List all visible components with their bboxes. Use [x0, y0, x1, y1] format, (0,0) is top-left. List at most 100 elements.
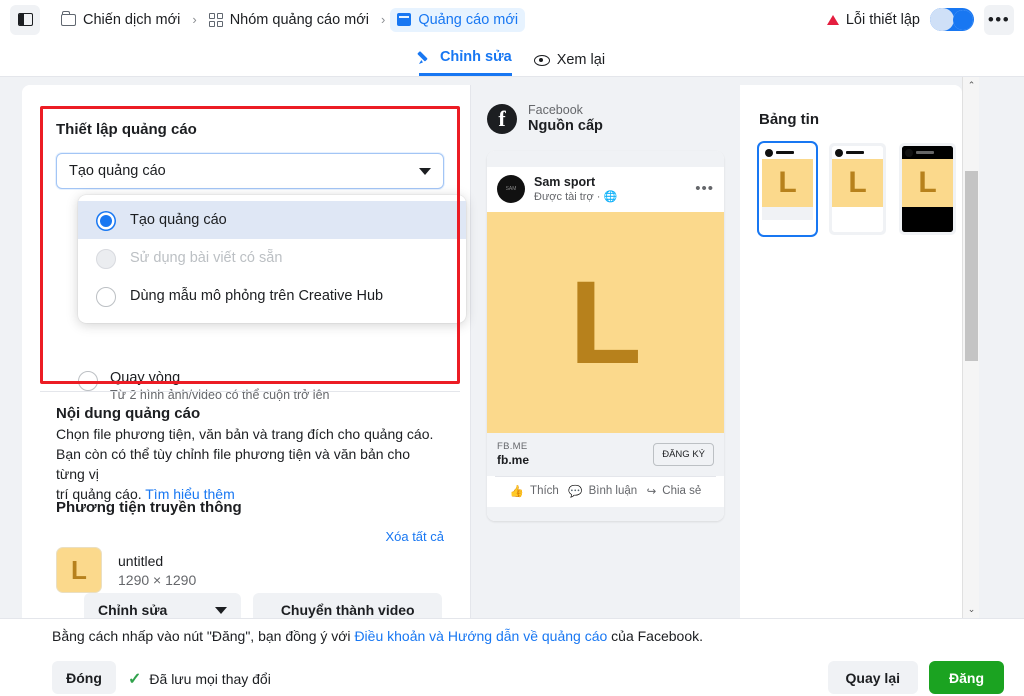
placement-thumb-letter-2: L: [848, 166, 867, 199]
post-cta-button[interactable]: ĐĂNG KÝ: [653, 442, 714, 466]
comment-icon: 💬: [568, 486, 583, 498]
ad-setup-panel: Thiết lập quảng cáo Tạo quảng cáo Quay v…: [22, 85, 470, 618]
media-section-title: Phương tiện truyền thông: [56, 499, 242, 516]
post-card-bottom-spacer: [487, 507, 724, 521]
media-edit-label: Chỉnh sửa: [98, 602, 168, 618]
back-button-label: Quay lại: [845, 669, 900, 686]
preview-platform-label: Facebook: [528, 103, 583, 117]
media-actions: Chỉnh sửa Chuyển thành video: [84, 593, 442, 618]
radio-selected-icon: [96, 210, 116, 231]
placement-thumb-feed-light-selected[interactable]: L: [759, 143, 816, 235]
vertical-scrollbar[interactable]: ⌃ ⌄: [962, 77, 979, 618]
post-creative-letter: L: [569, 256, 642, 389]
ad-preview-panel: f Facebook Nguồn cấp SAM Sam sport Được …: [470, 85, 740, 618]
breadcrumb-label-campaign: Chiến dịch mới: [83, 11, 181, 28]
back-button[interactable]: Quay lại: [827, 661, 918, 694]
media-file-dimensions: 1290 × 1290: [118, 571, 197, 588]
ad-status-toggle[interactable]: [930, 8, 974, 31]
scroll-down-arrow-icon[interactable]: ⌄: [963, 601, 980, 618]
panel-divider: [40, 391, 460, 392]
tab-review[interactable]: Xem lại: [533, 52, 606, 76]
media-thumbnail: L: [56, 547, 102, 593]
post-card-top-spacer: [487, 151, 724, 167]
breadcrumb: Chiến dịch mới › Nhóm quảng cáo mới › Qu…: [54, 7, 827, 32]
clear-all-link[interactable]: Xóa tất cả: [385, 529, 444, 544]
share-icon: ↪: [646, 486, 657, 498]
tab-edit[interactable]: Chỉnh sửa: [418, 49, 512, 76]
post-more-icon[interactable]: •••: [695, 181, 714, 196]
post-share-label: Chia sẻ: [662, 485, 702, 497]
scrollbar-thumb[interactable]: [965, 171, 978, 361]
dropdown-option-creative-hub[interactable]: Dùng mẫu mô phỏng trên Creative Hub: [78, 277, 466, 315]
globe-icon: 🌐: [603, 191, 618, 203]
preview-post-card: SAM Sam sport Được tài trợ · 🌐 ••• L FB.…: [487, 151, 724, 521]
breadcrumb-label-adset: Nhóm quảng cáo mới: [229, 11, 369, 28]
post-share-action[interactable]: ↪ Chia sẻ: [647, 484, 702, 498]
post-cta-domain: FB.ME: [497, 441, 528, 452]
avatar: SAM: [497, 175, 525, 203]
chevron-down-icon: [419, 167, 431, 175]
post-header: SAM Sam sport Được tài trợ · 🌐 •••: [487, 167, 724, 212]
breadcrumb-label-ad: Quảng cáo mới: [418, 11, 519, 28]
preview-platform-header: f Facebook Nguồn cấp: [471, 85, 740, 134]
tab-review-label: Xem lại: [556, 52, 606, 68]
placements-title: Bảng tin: [759, 111, 819, 128]
eye-icon: [533, 54, 550, 66]
more-options-button[interactable]: •••: [984, 4, 1014, 35]
ad-content-desc-line2: Bạn còn có thể tùy chỉnh file phương tiệ…: [56, 446, 411, 482]
publish-button-label: Đăng: [949, 669, 984, 686]
placements-panel: Bảng tin L L L: [740, 85, 962, 618]
placement-thumb-letter-1: L: [778, 166, 797, 199]
post-comment-label: Bình luận: [588, 485, 638, 497]
dropdown-option-create-ad[interactable]: Tạo quảng cáo: [78, 201, 466, 239]
tab-bar: Chỉnh sửa Xem lại: [0, 39, 1024, 77]
breadcrumb-item-adset[interactable]: Nhóm quảng cáo mới: [202, 8, 376, 32]
grid-icon: [208, 12, 223, 27]
close-button-label: Đóng: [66, 669, 102, 686]
placement-thumb-feed-dark[interactable]: L: [899, 143, 956, 235]
breadcrumb-separator-2: ›: [380, 12, 386, 27]
dropdown-option-create-ad-label: Tạo quảng cáo: [130, 212, 227, 228]
top-bar-right: Lỗi thiết lập •••: [826, 4, 1014, 35]
footer-terms-link[interactable]: Điều khoản và Hướng dẫn về quảng cáo: [354, 628, 607, 644]
placement-thumbnail-list: L L L: [740, 128, 962, 235]
post-cta-title: fb.me: [497, 453, 530, 467]
workspace: Thiết lập quảng cáo Tạo quảng cáo Quay v…: [0, 77, 1024, 618]
save-status: ✓ Đã lưu mọi thay đổi: [128, 669, 271, 689]
breadcrumb-item-campaign[interactable]: Chiến dịch mới: [54, 8, 187, 32]
format-option-carousel-label: Quay vòng: [110, 370, 181, 386]
dropdown-option-existing-post-label: Sử dụng bài viết có sẵn: [130, 250, 283, 266]
format-option-carousel[interactable]: Quay vòng Từ 2 hình ảnh/video có thể cuộ…: [78, 370, 329, 402]
post-creative-image: L: [487, 212, 724, 433]
thumbs-up-icon: 👍: [509, 486, 525, 498]
editor-sheet: Thiết lập quảng cáo Tạo quảng cáo Quay v…: [22, 85, 962, 618]
media-edit-button[interactable]: Chỉnh sửa: [84, 593, 242, 618]
top-bar: Chiến dịch mới › Nhóm quảng cáo mới › Qu…: [0, 0, 1024, 39]
breadcrumb-item-ad[interactable]: Quảng cáo mới: [390, 7, 526, 32]
convert-to-video-button[interactable]: Chuyển thành video: [253, 593, 442, 618]
post-like-label: Thích: [530, 485, 559, 497]
ad-setup-select-value: Tạo quảng cáo: [69, 163, 166, 179]
publish-button[interactable]: Đăng: [929, 661, 1004, 694]
warning-triangle-icon: [826, 14, 839, 25]
post-like-action[interactable]: 👍 Thích: [510, 484, 559, 498]
setup-error-label: Lỗi thiết lập: [845, 11, 920, 28]
footer-disclaimer-suffix: của Facebook.: [607, 628, 704, 644]
post-comment-action[interactable]: 💬 Bình luận: [568, 484, 637, 498]
facebook-logo-icon: f: [487, 103, 517, 134]
tab-edit-label: Chỉnh sửa: [439, 49, 512, 65]
ad-setup-select[interactable]: Tạo quảng cáo: [56, 153, 444, 189]
setup-error-indicator[interactable]: Lỗi thiết lập: [826, 11, 920, 28]
radio-carousel-icon: [78, 371, 98, 391]
scroll-up-arrow-icon[interactable]: ⌃: [963, 77, 980, 94]
placement-thumb-feed-light[interactable]: L: [829, 143, 886, 235]
ellipsis-icon: •••: [987, 9, 1011, 29]
close-button[interactable]: Đóng: [52, 661, 116, 694]
ad-setup-title: Thiết lập quảng cáo: [56, 121, 197, 138]
post-action-bar: 👍 Thích 💬 Bình luận ↪ Chia sẻ: [495, 476, 716, 507]
ad-setup-dropdown-menu[interactable]: Tạo quảng cáo Sử dụng bài viết có sẵn Dù…: [78, 195, 466, 323]
dropdown-option-existing-post: Sử dụng bài viết có sẵn: [78, 239, 466, 277]
sidebar-toggle-button[interactable]: [10, 4, 40, 35]
breadcrumb-separator-1: ›: [192, 12, 197, 27]
post-cta-bar: FB.ME fb.me ĐĂNG KÝ: [487, 433, 724, 476]
